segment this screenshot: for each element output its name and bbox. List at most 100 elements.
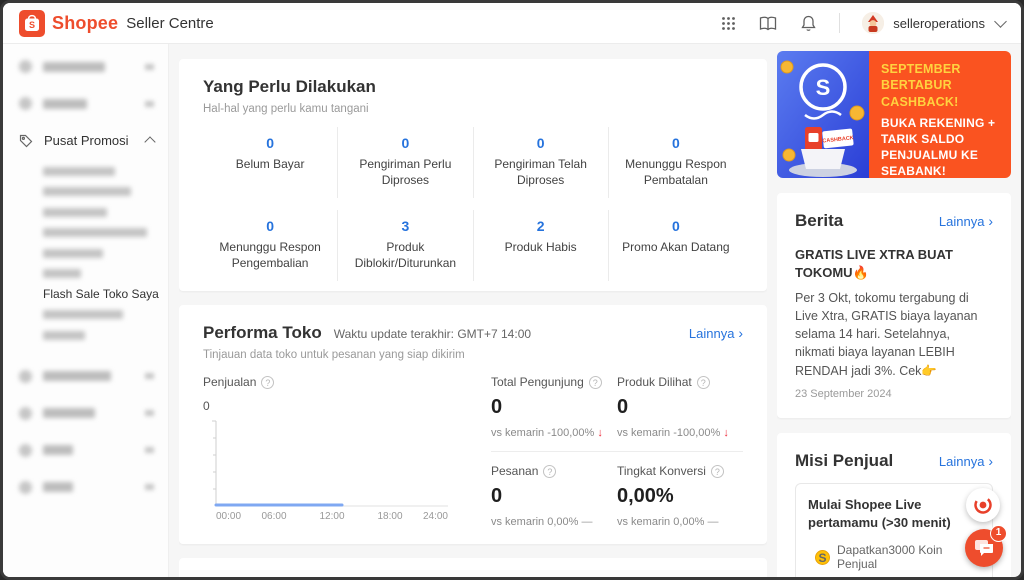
todo-count: 3: [401, 218, 410, 235]
blurred-label: [43, 330, 85, 340]
help-icon[interactable]: [696, 375, 710, 389]
blurred-label: [43, 187, 131, 197]
assistant-record-button[interactable]: [966, 488, 1000, 522]
flat-dash-icon: —: [707, 516, 719, 529]
app-window: S Shopee Seller Centre selleroperations …: [0, 0, 1024, 580]
record-swirl-icon: [974, 496, 992, 514]
arrow-down-icon: ↓: [723, 427, 729, 440]
blurred-label: [43, 445, 73, 455]
help-icon[interactable]: [261, 375, 275, 389]
sidebar-subitem-blurred[interactable]: [3, 182, 168, 203]
education-book-icon[interactable]: [759, 14, 777, 32]
blurred-icon: [19, 406, 32, 420]
todo-title: Yang Perlu Dilakukan: [203, 77, 376, 96]
performance-card: Performa Toko Waktu update terakhir: GMT…: [179, 305, 767, 545]
performance-title: Performa Toko: [203, 323, 322, 343]
todo-pengiriman-telah-diproses[interactable]: 0 Pengiriman Telah Diproses: [472, 127, 608, 199]
sidebar-nav: Pusat Promosi Flash Sale Toko Saya: [3, 44, 169, 577]
flat-dash-icon: —: [581, 516, 593, 529]
blurred-icon: [19, 480, 32, 494]
blurred-label: [43, 482, 73, 492]
apps-grid-icon[interactable]: [719, 14, 737, 32]
metric-change: vs kemarin -100,00%: [617, 427, 721, 440]
chat-bubbles-icon: [975, 540, 993, 556]
notification-bell-icon[interactable]: [799, 14, 817, 32]
blurred-icon: [19, 60, 32, 73]
blurred-icon: [19, 443, 32, 457]
seabank-coin-letter: S: [816, 75, 831, 100]
todo-count: 0: [671, 135, 680, 151]
last-update-text: Waktu update terakhir: GMT+7 14:00: [333, 327, 532, 342]
help-icon[interactable]: [543, 464, 557, 478]
metric-tingkat-konversi[interactable]: Tingkat Konversi 0,00% vs kemarin 0,00% …: [617, 464, 743, 528]
todo-belum-bayar[interactable]: 0 Belum Bayar: [203, 127, 337, 198]
sidebar-item-blurred[interactable]: [3, 358, 168, 395]
arrow-down-icon: ↓: [597, 427, 603, 440]
svg-text:18:00: 18:00: [377, 511, 402, 522]
sidebar-item-blurred[interactable]: [3, 85, 168, 122]
user-menu[interactable]: selleroperations: [862, 12, 1007, 34]
blurred-label: [43, 408, 95, 418]
blurred-label: [43, 310, 123, 320]
todo-count: 0: [536, 135, 545, 151]
sidebar-subitem-blurred[interactable]: [3, 305, 168, 326]
todo-menunggu-respon-pengembalian[interactable]: 0 Menunggu Respon Pengembalian: [203, 210, 337, 281]
blurred-label: [43, 248, 103, 258]
sidebar-subitem-blurred[interactable]: [3, 243, 168, 264]
metric-total-pengunjung[interactable]: Total Pengunjung 0 vs kemarin -100,00% ↓: [491, 375, 617, 439]
sidebar-item-blurred[interactable]: [3, 432, 168, 469]
chat-button[interactable]: 1: [965, 525, 1007, 567]
sidebar-subitem-blurred[interactable]: [3, 325, 168, 346]
todo-produk-habis[interactable]: 2 Produk Habis: [472, 210, 608, 282]
sidebar-submenu: Flash Sale Toko Saya: [3, 159, 168, 350]
mission-item-live: Mulai Shopee Live pertamamu (>30 menit) …: [795, 482, 993, 577]
news-card: Berita Lainnya GRATIS LIVE XTRA BUAT TOK…: [777, 193, 1011, 418]
blurred-chevron-icon: [145, 100, 154, 107]
sidebar-item-blurred[interactable]: [3, 469, 168, 506]
blurred-label: [43, 207, 107, 217]
todo-promo-akan-datang[interactable]: 0 Promo Akan Datang: [607, 210, 743, 282]
promo-title: Pusat Promosi: [203, 576, 322, 577]
performance-more-link[interactable]: Lainnya: [689, 325, 743, 341]
todo-count: 0: [266, 218, 275, 235]
todo-label: Menunggu Respon Pengembalian: [219, 240, 321, 270]
todo-label: Pengiriman Telah Diproses: [494, 157, 587, 187]
promo-centre-card: Pusat Promosi Lainnya Fitur Pusat Promos…: [179, 558, 767, 577]
blurred-chevron-icon: [145, 410, 154, 416]
sidebar-item-blurred[interactable]: [3, 48, 168, 85]
todo-count: 0: [266, 135, 275, 151]
todo-label: Promo Akan Datang: [622, 240, 730, 255]
todo-menunggu-respon-pembatalan[interactable]: 0 Menunggu Respon Pembatalan: [607, 127, 743, 199]
todo-label: Pengiriman Perlu Diproses: [359, 157, 452, 187]
todo-pengiriman-perlu-diproses[interactable]: 0 Pengiriman Perlu Diproses: [337, 127, 472, 199]
username: selleroperations: [893, 15, 985, 31]
svg-text:S: S: [29, 20, 35, 30]
sidebar-subitem-blurred[interactable]: [3, 223, 168, 244]
news-headline[interactable]: GRATIS LIVE XTRA BUAT TOKOMU🔥: [795, 246, 993, 281]
metric-value: 0: [491, 396, 503, 419]
sidebar-subitem-blurred[interactable]: [3, 202, 168, 223]
sidebar-item-pusat-promosi[interactable]: Pusat Promosi: [3, 122, 168, 159]
chevron-down-icon: [994, 14, 1007, 28]
help-icon[interactable]: [588, 375, 602, 389]
sidebar-subitem-flash-sale[interactable]: Flash Sale Toko Saya: [3, 284, 168, 305]
blurred-label: [43, 61, 105, 72]
metric-pesanan[interactable]: Pesanan 0 vs kemarin 0,00% —: [491, 464, 617, 528]
missions-title: Misi Penjual: [795, 450, 894, 470]
todo-subtitle: Hal-hal yang perlu kamu tangani: [203, 103, 369, 115]
todo-produk-diblokir[interactable]: 3 Produk Diblokir/Diturunkan: [337, 210, 472, 282]
news-date: 23 September 2024: [795, 387, 892, 400]
sidebar-subitem-blurred[interactable]: [3, 161, 168, 182]
metric-value: 0,00%: [617, 485, 674, 508]
help-icon[interactable]: [710, 464, 724, 478]
missions-more-link[interactable]: Lainnya: [939, 453, 993, 469]
sidebar-subitem-blurred[interactable]: [3, 264, 168, 285]
metric-produk-dilihat[interactable]: Produk Dilihat 0 vs kemarin -100,00% ↓: [617, 375, 743, 439]
seabank-banner[interactable]: S CASHBACK SEPTEMBER BERTABUR CASHBACK!: [777, 51, 1011, 178]
seller-coin-icon: S: [815, 549, 830, 565]
news-more-link[interactable]: Lainnya: [939, 213, 993, 229]
sidebar-item-blurred[interactable]: [3, 395, 168, 432]
banner-headline: SEPTEMBER BERTABUR CASHBACK!: [881, 62, 961, 109]
brand-name[interactable]: Shopee: [52, 13, 118, 34]
shopee-logo-icon[interactable]: S: [19, 9, 45, 37]
